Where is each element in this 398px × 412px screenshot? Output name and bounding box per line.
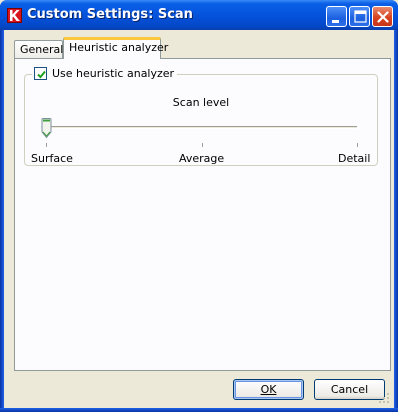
cancel-button-label: Cancel [330,383,369,396]
title-bar[interactable]: Custom Settings: Scan [0,0,398,30]
window-frame-right [394,30,398,412]
ok-button-label: OK [260,383,277,396]
close-icon [377,11,389,23]
level-label-average: Average [179,152,225,165]
level-label-detail: Detail [338,152,371,165]
window-title: Custom Settings: Scan [27,7,193,22]
maximize-button[interactable] [349,6,370,27]
use-heuristic-option[interactable]: Use heuristic analyzer [32,67,178,80]
minimize-button[interactable] [326,6,347,27]
scan-level-slider-thumb[interactable] [41,118,52,139]
close-button[interactable] [372,6,393,27]
dialog-window: Custom Settings: Scan General Heuristic … [0,0,398,412]
maximize-icon [354,10,367,23]
resize-grip-icon[interactable] [378,392,390,404]
slider-tick [357,143,358,147]
tab-heuristic-analyzer[interactable]: Heuristic analyzer [63,37,168,59]
checkmark-icon [37,70,46,79]
tab-general[interactable]: General [14,40,63,59]
use-heuristic-label: Use heuristic analyzer [52,67,175,80]
use-heuristic-checkbox[interactable] [34,67,47,80]
slider-tick [202,143,203,147]
scan-level-title: Scan level [172,96,230,109]
heuristic-analyzer-panel: Use heuristic analyzer Scan level Surfac… [14,58,391,371]
level-label-surface: Surface [31,152,73,165]
kaspersky-k-icon [7,8,22,23]
scan-level-slider-track[interactable] [46,126,357,129]
heuristic-groupbox: Use heuristic analyzer Scan level Surfac… [24,67,378,166]
dialog-client-area: General Heuristic analyzer Use heuristic… [4,30,394,408]
ok-button[interactable]: OK [233,379,304,400]
cancel-button[interactable]: Cancel [314,379,385,400]
window-frame-bottom [0,408,398,412]
slider-tick [46,143,47,147]
minimize-icon [332,20,339,23]
